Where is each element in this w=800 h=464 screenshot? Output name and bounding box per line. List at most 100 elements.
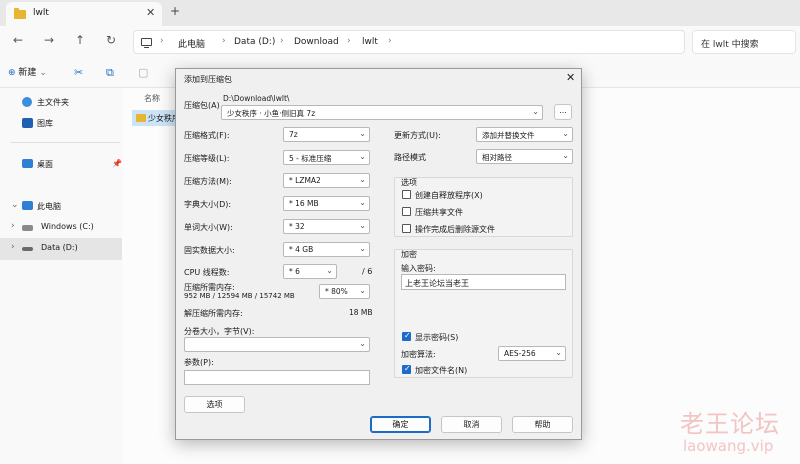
address-bar[interactable]: › 此电脑 › Data (D:) › Download › lwlt › bbox=[133, 30, 685, 54]
copy-icon[interactable]: ⧉ bbox=[106, 66, 114, 80]
options-group-title: 选项 bbox=[401, 178, 417, 187]
chevron-down-icon: ⌄ bbox=[359, 221, 366, 230]
dialog-title: 添加到压缩包 bbox=[184, 75, 232, 84]
refresh-icon[interactable]: ↻ bbox=[101, 33, 121, 47]
format-select[interactable]: 7z ⌄ bbox=[283, 127, 370, 142]
sidebar-item-label: 图库 bbox=[37, 119, 53, 128]
cpu-threads-max: / 6 bbox=[362, 267, 373, 276]
password-value: 上老王论坛当老王 bbox=[405, 279, 469, 288]
encryption-method-value: AES-256 bbox=[504, 349, 536, 358]
browse-button[interactable]: ... bbox=[554, 104, 572, 120]
dictionary-value: * 16 MB bbox=[289, 199, 319, 208]
sfx-checkbox[interactable] bbox=[402, 190, 411, 199]
drive-icon bbox=[22, 247, 33, 251]
password-label: 输入密码: bbox=[401, 264, 436, 273]
chevron-down-icon: ⌄ bbox=[359, 286, 366, 295]
word-size-value: * 32 bbox=[289, 222, 305, 231]
method-label: 压缩方法(M): bbox=[184, 177, 232, 186]
memory-detail: 952 MB / 12594 MB / 15742 MB bbox=[184, 292, 295, 300]
breadcrumb-download[interactable]: Download bbox=[294, 37, 339, 47]
chevron-down-icon: ⌄ bbox=[532, 107, 539, 116]
close-icon[interactable]: ✕ bbox=[566, 71, 575, 84]
sidebar-item-data-d[interactable]: › Data (D:) bbox=[0, 238, 122, 260]
shared-files-checkbox[interactable] bbox=[402, 207, 411, 216]
search-input[interactable]: 在 lwlt 中搜索 bbox=[692, 30, 796, 54]
paste-icon[interactable]: ▢ bbox=[138, 66, 148, 79]
chevron-down-icon: ⌄ bbox=[562, 151, 569, 160]
breadcrumb-separator: › bbox=[388, 36, 392, 46]
tab-close-icon[interactable]: ✕ bbox=[146, 6, 155, 19]
new-button[interactable]: ⊕ 新建 ⌄ bbox=[8, 65, 47, 78]
watermark-text: 老王论坛 bbox=[680, 410, 780, 438]
watermark-url: laowang.vip bbox=[683, 437, 774, 455]
encrypt-names-checkbox[interactable] bbox=[402, 364, 411, 374]
breadcrumb-data-d[interactable]: Data (D:) bbox=[234, 37, 275, 47]
sidebar-item-home[interactable]: 主文件夹 bbox=[0, 92, 122, 114]
encrypt-names-label: 加密文件名(N) bbox=[415, 366, 468, 375]
sidebar-item-label: Data (D:) bbox=[41, 243, 78, 252]
add-to-archive-dialog: 添加到压缩包 ✕ 压缩包(A) D:\Download\lwlt\ 少女秩序 ·… bbox=[175, 68, 582, 440]
pin-icon[interactable]: 📌 bbox=[112, 159, 122, 168]
show-password-checkbox[interactable] bbox=[402, 331, 411, 341]
path-mode-select[interactable]: 相对路径 ⌄ bbox=[476, 149, 573, 164]
decompress-memory-label: 解压缩所需内存: bbox=[184, 309, 243, 318]
solid-size-select[interactable]: * 4 GB ⌄ bbox=[283, 242, 370, 257]
sidebar-item-label: 主文件夹 bbox=[37, 98, 69, 107]
update-mode-select[interactable]: 添加并替换文件 ⌄ bbox=[476, 127, 573, 142]
sidebar-item-label: 此电脑 bbox=[37, 202, 61, 211]
delete-source-checkbox[interactable] bbox=[402, 224, 411, 233]
home-icon bbox=[22, 97, 32, 107]
ok-button[interactable]: 确定 bbox=[370, 416, 431, 433]
chevron-right-icon[interactable]: › bbox=[11, 221, 15, 231]
chevron-right-icon[interactable]: › bbox=[11, 242, 15, 252]
cpu-threads-select[interactable]: * 6 ⌄ bbox=[283, 264, 337, 279]
parameters-label: 参数(P): bbox=[184, 358, 214, 367]
chevron-down-icon: ⌄ bbox=[555, 348, 562, 357]
breadcrumb-separator: › bbox=[160, 36, 164, 46]
breadcrumb-this-pc[interactable]: 此电脑 bbox=[178, 37, 205, 50]
parameters-input[interactable] bbox=[184, 370, 370, 385]
split-size-combo[interactable]: ⌄ bbox=[184, 337, 370, 352]
archive-name-value: 少女秩序 · 小鱼·侧旧真 7z bbox=[227, 109, 316, 118]
archive-name-combo[interactable]: 少女秩序 · 小鱼·侧旧真 7z ⌄ bbox=[221, 105, 543, 120]
word-size-label: 单词大小(W): bbox=[184, 223, 233, 232]
forward-icon[interactable]: → bbox=[39, 33, 59, 47]
back-icon[interactable]: ← bbox=[8, 33, 28, 47]
desktop-icon bbox=[22, 159, 33, 168]
sidebar-item-windows-c[interactable]: › Windows (C:) bbox=[0, 217, 122, 239]
up-icon[interactable]: ↑ bbox=[70, 33, 90, 47]
chevron-down-icon: ⌄ bbox=[359, 129, 366, 138]
sidebar-item-gallery[interactable]: 图库 bbox=[0, 113, 122, 135]
cut-icon[interactable]: ✂ bbox=[74, 66, 83, 79]
folder-icon bbox=[14, 8, 26, 19]
this-pc-icon bbox=[22, 201, 33, 210]
cancel-button[interactable]: 取消 bbox=[441, 416, 502, 433]
level-select[interactable]: 5 - 标准压缩 ⌄ bbox=[283, 150, 370, 165]
method-select[interactable]: * LZMA2 ⌄ bbox=[283, 173, 370, 188]
chevron-down-icon[interactable]: ⌄ bbox=[11, 200, 19, 210]
options-button[interactable]: 选项 bbox=[184, 396, 245, 413]
encryption-method-select[interactable]: AES-256 ⌄ bbox=[498, 346, 566, 361]
word-size-select[interactable]: * 32 ⌄ bbox=[283, 219, 370, 234]
memory-usage-select[interactable]: * 80% ⌄ bbox=[319, 284, 370, 299]
solid-size-value: * 4 GB bbox=[289, 245, 314, 254]
dictionary-select[interactable]: * 16 MB ⌄ bbox=[283, 196, 370, 211]
path-mode-value: 相对路径 bbox=[482, 153, 512, 162]
help-button[interactable]: 帮助 bbox=[512, 416, 573, 433]
password-input[interactable]: 上老王论坛当老王 bbox=[401, 274, 566, 290]
sidebar-item-desktop[interactable]: 桌面 📌 bbox=[0, 154, 122, 176]
chevron-down-icon: ⌄ bbox=[562, 129, 569, 138]
chevron-down-icon: ⌄ bbox=[39, 68, 47, 78]
archive-path: D:\Download\lwlt\ bbox=[223, 94, 290, 103]
breadcrumb-lwlt[interactable]: lwlt bbox=[362, 37, 378, 47]
level-label: 压缩等级(L): bbox=[184, 154, 230, 163]
column-header-name[interactable]: 名称 bbox=[144, 93, 160, 104]
dictionary-label: 字典大小(D): bbox=[184, 200, 232, 209]
drive-icon bbox=[22, 225, 33, 231]
delete-source-label: 操作完成后删除源文件 bbox=[415, 225, 495, 234]
sidebar-item-this-pc[interactable]: ⌄ 此电脑 bbox=[0, 196, 122, 218]
solid-size-label: 固实数据大小: bbox=[184, 246, 235, 255]
new-tab-icon[interactable]: + bbox=[170, 4, 180, 18]
tab-lwlt[interactable]: lwlt ✕ bbox=[6, 2, 162, 26]
decompress-memory-value: 18 MB bbox=[349, 308, 373, 317]
